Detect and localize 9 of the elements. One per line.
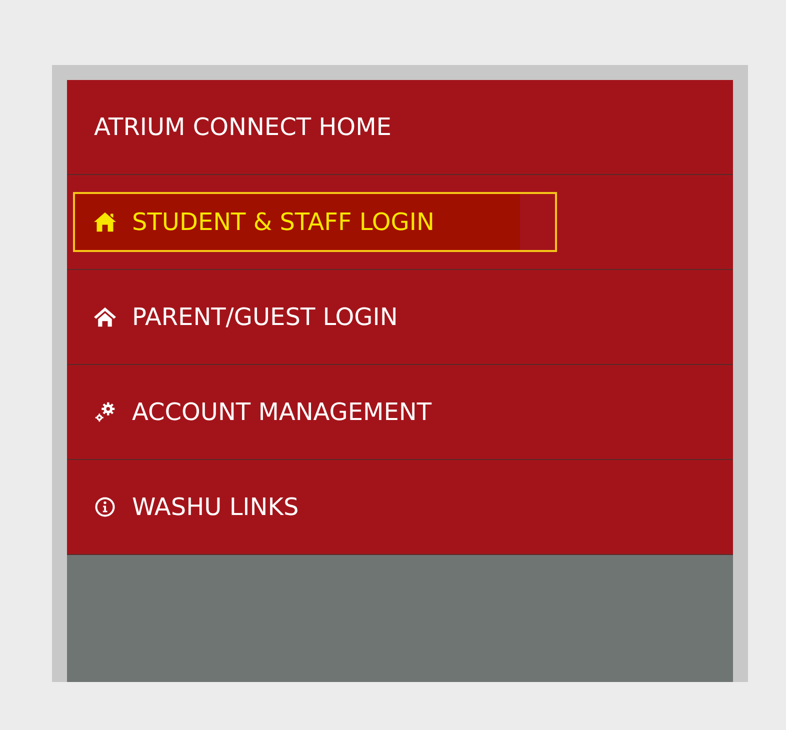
menu-item[interactable]: PARENT/GUEST LOGIN xyxy=(73,287,557,347)
menu-item[interactable]: ATRIUM CONNECT HOME xyxy=(73,97,557,157)
menu-item[interactable]: WASHU LINKS xyxy=(73,477,557,537)
menu-item[interactable]: STUDENT & STAFF LOGIN xyxy=(73,192,557,252)
menu-item[interactable]: ACCOUNT MANAGEMENT xyxy=(73,382,557,442)
home-icon xyxy=(94,307,116,327)
info-icon xyxy=(94,497,116,517)
home-icon xyxy=(94,212,116,232)
gears-icon xyxy=(94,402,116,422)
